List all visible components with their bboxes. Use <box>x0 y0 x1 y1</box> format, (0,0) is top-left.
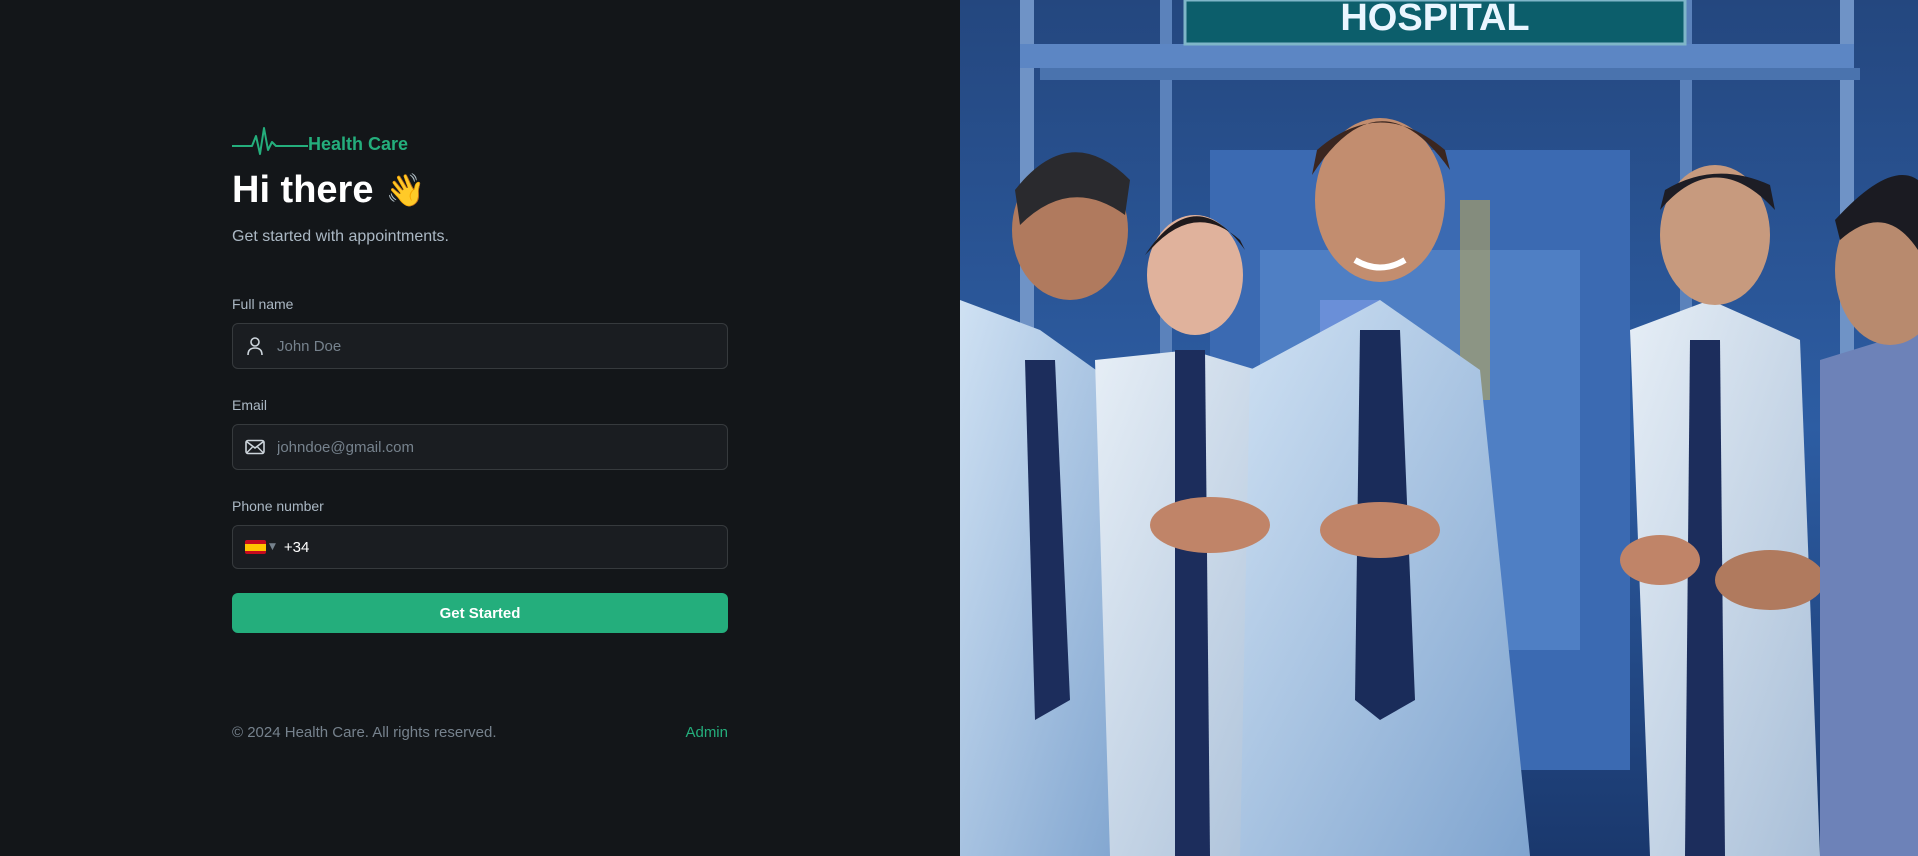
hospital-sign: HOSPITAL <box>1340 0 1529 39</box>
brand-name: Health Care <box>308 133 409 154</box>
doctors-illustration: HOSPITAL <box>960 0 1918 856</box>
brand-logo: Health Care <box>232 124 728 158</box>
full-name-input[interactable] <box>277 337 697 355</box>
phone-label: Phone number <box>232 498 324 514</box>
full-name-input-box[interactable] <box>232 323 728 369</box>
patient-form: Health Care Hi there 👋 Get started with … <box>232 124 728 633</box>
hero-image: HOSPITAL <box>960 0 1918 856</box>
email-input-box[interactable] <box>232 424 728 470</box>
wave-icon: 👋 <box>385 172 426 208</box>
full-name-field: Full name <box>232 296 728 369</box>
phone-input[interactable] <box>283 538 704 556</box>
heartbeat-icon <box>232 127 308 155</box>
copyright-text: © 2024 Health Care. All rights reserved. <box>232 724 497 741</box>
mail-icon <box>245 439 265 455</box>
flag-es-icon[interactable] <box>245 540 266 554</box>
email-field: Email <box>232 397 728 470</box>
phone-field: Phone number ▼ <box>232 498 728 569</box>
full-name-label: Full name <box>232 296 294 312</box>
signup-panel: Health Care Hi there 👋 Get started with … <box>0 0 960 856</box>
page-title: Hi there 👋 <box>232 166 728 214</box>
footer: © 2024 Health Care. All rights reserved.… <box>232 724 728 741</box>
get-started-button[interactable]: Get Started <box>232 593 728 633</box>
submit-row: Get Started <box>232 593 728 633</box>
email-input[interactable] <box>277 438 697 456</box>
phone-input-box[interactable]: ▼ <box>232 525 728 569</box>
email-label: Email <box>232 397 268 413</box>
user-icon <box>247 337 263 356</box>
chevron-down-icon[interactable]: ▼ <box>269 542 276 552</box>
greeting-text: Hi there <box>232 169 374 211</box>
page-subtitle: Get started with appointments. <box>232 228 449 245</box>
admin-link[interactable]: Admin <box>685 724 728 741</box>
